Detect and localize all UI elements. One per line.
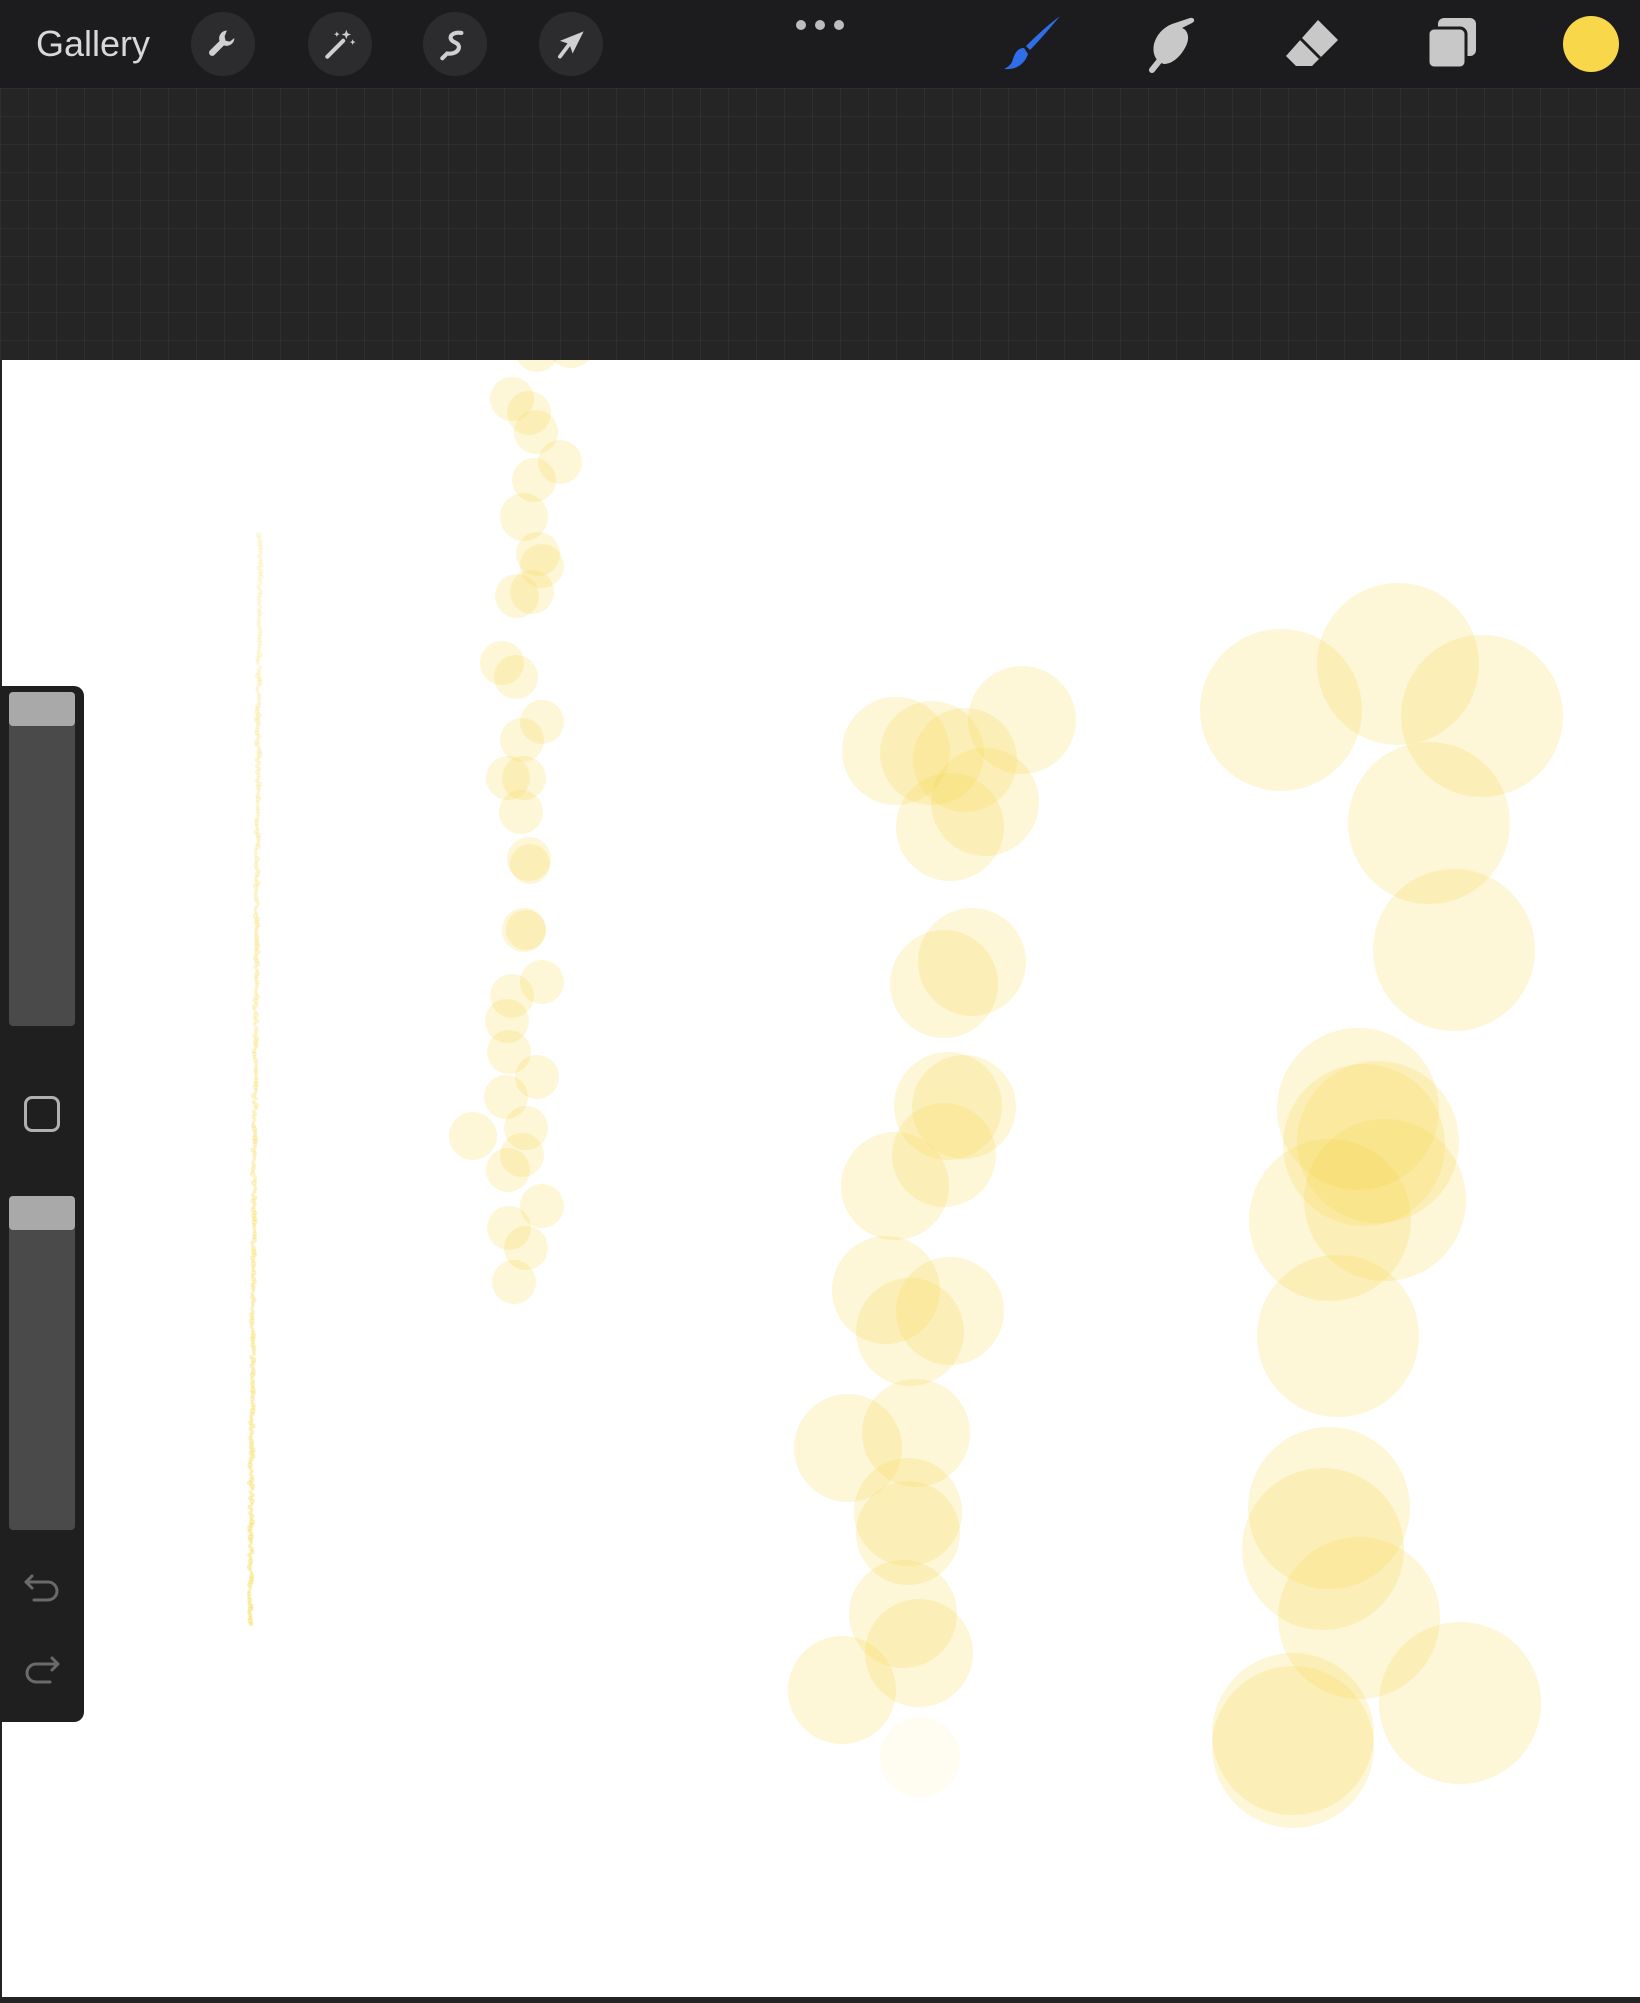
stroke-dot xyxy=(254,1106,259,1110)
canvas-backdrop-grid xyxy=(0,88,1640,360)
medium-bokeh-circle xyxy=(896,773,1004,881)
stroke-dot xyxy=(255,686,259,690)
stroke-dot xyxy=(254,905,259,909)
stroke-dot xyxy=(255,689,259,693)
ellipsis-icon xyxy=(834,20,844,30)
stroke-dot xyxy=(253,1184,257,1188)
large-bokeh-circle xyxy=(1257,1255,1419,1417)
ellipsis-icon xyxy=(815,20,825,30)
small-bokeh-circle xyxy=(494,655,538,699)
layers-icon xyxy=(1426,18,1476,70)
wrench-icon xyxy=(209,30,235,56)
stroke-dot xyxy=(252,1007,256,1011)
drawing-canvas[interactable] xyxy=(2,360,1640,1997)
brush-tool-button[interactable] xyxy=(1002,14,1062,74)
large-bokeh-circle xyxy=(1373,869,1535,1031)
top-toolbar: Gallery xyxy=(0,0,1640,88)
small-bokeh-circle xyxy=(506,910,546,950)
brush-size-slider[interactable] xyxy=(9,692,75,1026)
stroke-dot xyxy=(253,965,258,969)
stroke-dot xyxy=(248,1621,254,1627)
small-bokeh-circle xyxy=(500,718,544,762)
magic-wand-icon xyxy=(325,29,356,59)
large-bokeh-circle xyxy=(1212,1666,1374,1828)
transform-button[interactable] xyxy=(539,12,603,76)
color-picker-button[interactable] xyxy=(1563,16,1619,72)
adjustments-button[interactable] xyxy=(308,12,372,76)
small-bokeh-circle xyxy=(492,1260,536,1304)
paintbrush-icon xyxy=(1004,16,1060,70)
small-bokeh-circle xyxy=(486,1148,530,1192)
small-bokeh-circle xyxy=(517,360,557,372)
gallery-button[interactable]: Gallery xyxy=(36,20,150,68)
small-bokeh-circle xyxy=(449,1112,497,1160)
large-bokeh-circle xyxy=(1379,1622,1541,1784)
small-bokeh-circle xyxy=(499,790,543,834)
medium-bokeh-circle xyxy=(890,930,998,1038)
stroke-dot xyxy=(254,1097,258,1101)
redo-button[interactable] xyxy=(22,1652,62,1688)
eraser-tool-button[interactable] xyxy=(1282,14,1342,74)
medium-bokeh-circle xyxy=(880,1717,960,1797)
undo-icon xyxy=(24,1574,59,1602)
arrow-cursor-icon xyxy=(558,31,584,59)
medium-bokeh-circle xyxy=(896,1257,1004,1365)
ellipsis-icon xyxy=(796,20,806,30)
smudge-tool-button[interactable] xyxy=(1142,14,1202,74)
opacity-handle[interactable] xyxy=(9,1196,75,1230)
stroke-dot xyxy=(250,1241,255,1245)
eraser-icon xyxy=(1286,20,1338,66)
modify-button[interactable] xyxy=(24,1096,60,1132)
stroke-dot xyxy=(252,1157,257,1161)
selection-button[interactable] xyxy=(423,12,487,76)
layers-button[interactable] xyxy=(1422,14,1482,74)
more-options-button[interactable] xyxy=(796,14,844,36)
small-bokeh-circle xyxy=(510,570,554,614)
stroke-dot xyxy=(248,1586,252,1590)
stroke-dot xyxy=(254,851,258,855)
stroke-dot xyxy=(252,1352,256,1356)
stroke-dot xyxy=(256,662,260,666)
opacity-slider[interactable] xyxy=(9,1196,75,1530)
small-bokeh-circle xyxy=(510,844,550,884)
brush-strokes xyxy=(246,360,1563,1828)
redo-icon xyxy=(25,1656,60,1684)
stroke-dot xyxy=(252,1022,257,1026)
stroke-dot xyxy=(253,908,257,912)
actions-button[interactable] xyxy=(191,12,255,76)
smudge-finger-icon xyxy=(1149,17,1195,73)
left-sidebar xyxy=(0,686,84,1722)
stroke-dot xyxy=(248,1568,253,1572)
stroke-dot xyxy=(250,1304,255,1308)
brush-size-handle[interactable] xyxy=(9,692,75,726)
medium-bokeh-circle xyxy=(892,1103,996,1207)
undo-button[interactable] xyxy=(22,1570,62,1606)
medium-bokeh-circle xyxy=(788,1636,896,1744)
selection-s-icon xyxy=(440,30,464,61)
stroke-dot xyxy=(250,1487,255,1491)
